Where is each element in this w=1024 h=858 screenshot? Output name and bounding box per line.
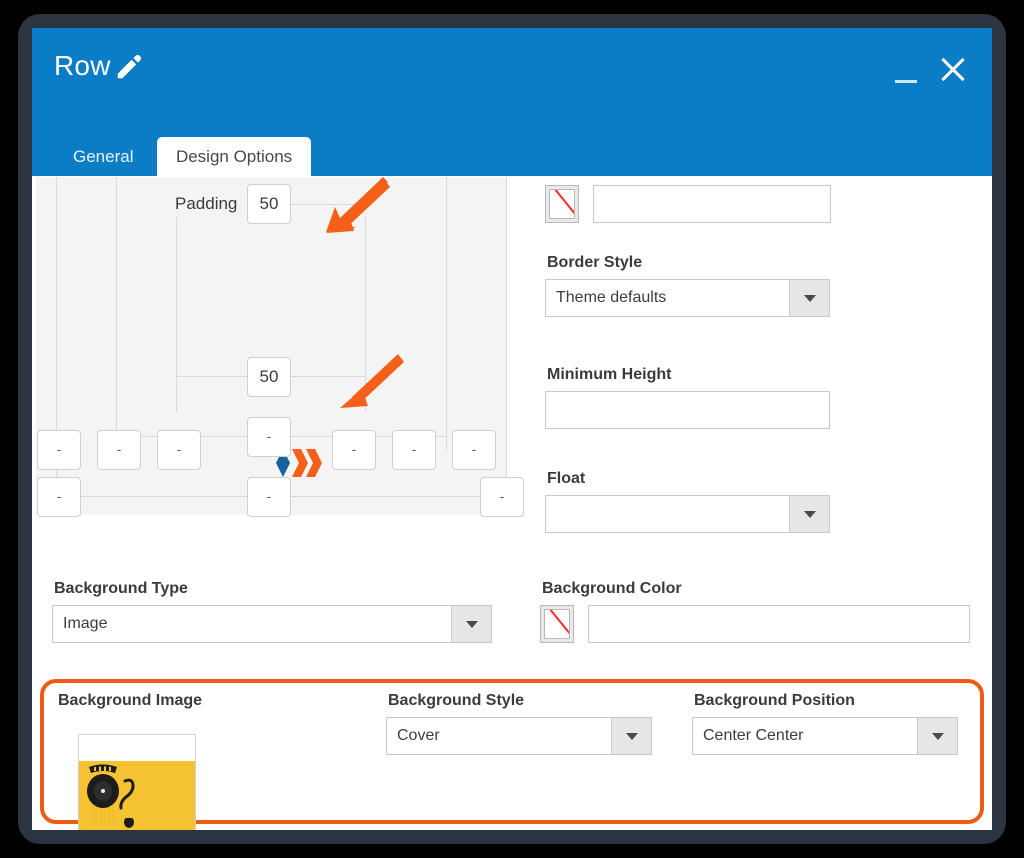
margin-right-input[interactable]: - xyxy=(452,430,496,470)
background-position-value: Center Center xyxy=(703,718,915,754)
background-type-select[interactable]: Image xyxy=(52,605,492,643)
float-field: Float xyxy=(545,470,830,533)
chevron-down-icon xyxy=(789,280,829,316)
chevron-down-icon xyxy=(451,606,491,642)
minimum-height-field: Minimum Height xyxy=(545,366,830,429)
tab-bar: General Design Options xyxy=(54,137,311,176)
float-select[interactable] xyxy=(545,495,830,533)
border-style-label: Border Style xyxy=(547,254,830,272)
border-style-select[interactable]: Theme defaults xyxy=(545,279,830,317)
swatch-inner xyxy=(544,609,570,639)
no-color-swatch-icon[interactable] xyxy=(540,605,574,643)
padding-right-input[interactable]: - xyxy=(332,430,376,470)
float-value xyxy=(556,496,787,532)
tab-design-options[interactable]: Design Options xyxy=(157,137,311,176)
guide-line xyxy=(365,217,366,412)
screenshot-root: Row General Design Options xyxy=(0,0,1024,858)
border-left-input[interactable]: - xyxy=(97,430,141,470)
border-right-input[interactable]: - xyxy=(392,430,436,470)
background-type-field: Background Type Image xyxy=(52,580,492,643)
guide-line xyxy=(446,177,447,450)
window-controls xyxy=(886,46,974,94)
background-image-field: Background Image xyxy=(56,692,356,830)
background-style-select[interactable]: Cover xyxy=(386,717,652,755)
margin-bottom-input[interactable]: - xyxy=(247,477,291,517)
minimize-icon xyxy=(895,80,917,83)
pencil-icon[interactable] xyxy=(114,52,144,82)
border-style-value: Theme defaults xyxy=(556,280,787,316)
border-style-field: Border Style Theme defaults xyxy=(545,254,830,317)
guitar-thumbnail xyxy=(79,761,195,830)
background-color-label: Background Color xyxy=(542,580,970,598)
background-image-label: Background Image xyxy=(58,692,356,710)
minimum-height-label: Minimum Height xyxy=(547,366,830,384)
background-type-value: Image xyxy=(63,606,449,642)
float-label: Float xyxy=(547,470,830,488)
background-style-label: Background Style xyxy=(388,692,652,710)
swatch-slash xyxy=(547,609,570,639)
background-type-label: Background Type xyxy=(54,580,492,598)
chevron-down-icon xyxy=(917,718,957,754)
background-image-thumbnail[interactable] xyxy=(78,734,196,830)
margin-left-input[interactable]: - xyxy=(37,430,81,470)
background-position-field: Background Position Center Center xyxy=(692,692,958,755)
background-style-value: Cover xyxy=(397,718,609,754)
guide-line xyxy=(506,177,507,515)
background-position-label: Background Position xyxy=(694,692,958,710)
padding-bottom-input[interactable]: 50 xyxy=(247,357,291,397)
page-title: Row xyxy=(54,50,111,82)
padding-left-input[interactable]: - xyxy=(157,430,201,470)
background-color-field: Background Color xyxy=(540,580,970,643)
margin-bottom-right-input[interactable]: - xyxy=(480,477,524,517)
border-bottom-input[interactable]: - xyxy=(247,417,291,457)
modal-window: Row General Design Options xyxy=(32,28,992,830)
box-model-control: Padding 50 - - - - - - 50 xyxy=(32,176,532,527)
swatch-inner xyxy=(549,189,575,219)
close-button[interactable] xyxy=(932,46,974,92)
close-icon xyxy=(938,54,968,84)
chevron-down-icon xyxy=(611,718,651,754)
padding-top-input[interactable]: 50 xyxy=(247,184,291,224)
background-style-field: Background Style Cover xyxy=(386,692,652,755)
guide-line xyxy=(176,217,177,412)
background-color-input[interactable] xyxy=(588,605,970,643)
chevron-down-icon xyxy=(789,496,829,532)
minimum-height-input[interactable] xyxy=(545,391,830,429)
margin-bottom-left-input[interactable]: - xyxy=(37,477,81,517)
swatch-slash xyxy=(552,189,575,219)
minimize-button[interactable] xyxy=(886,46,928,92)
background-position-select[interactable]: Center Center xyxy=(692,717,958,755)
tab-general[interactable]: General xyxy=(54,137,152,176)
modal-content: Padding 50 - - - - - - 50 xyxy=(32,176,992,830)
guide-line xyxy=(116,177,117,450)
border-color-input[interactable] xyxy=(593,185,831,223)
padding-label: Padding xyxy=(175,194,237,214)
no-color-swatch-icon[interactable] xyxy=(545,185,579,223)
title-bar: Row General Design Options xyxy=(32,28,992,176)
